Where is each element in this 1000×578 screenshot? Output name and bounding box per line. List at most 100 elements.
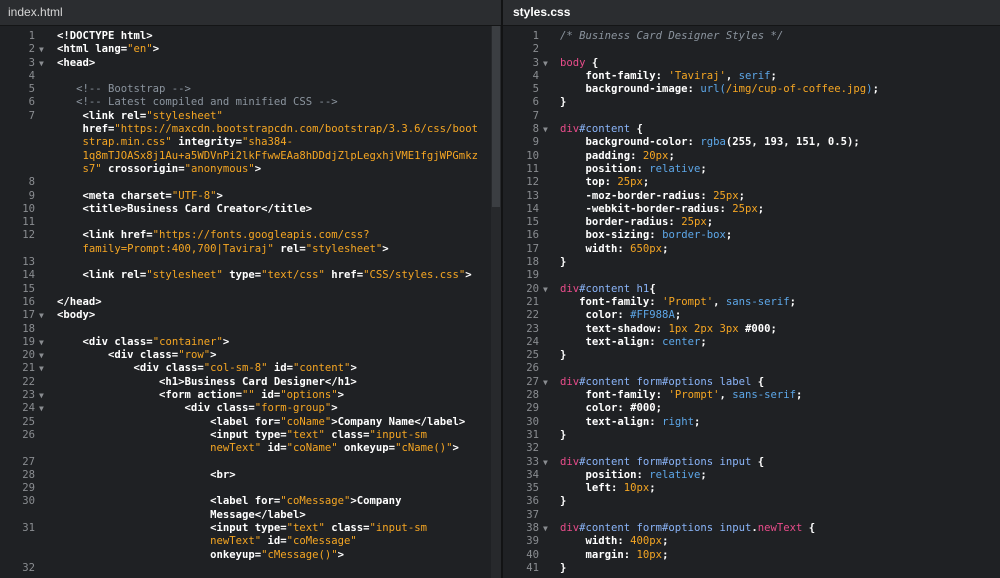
code-line[interactable]: 15 border-radius: 25px;: [503, 216, 1000, 229]
code-line[interactable]: 1 /* Business Card Designer Styles */: [503, 30, 1000, 43]
code-line[interactable]: 6}: [503, 96, 1000, 109]
code-text[interactable]: text-align: center;: [560, 336, 707, 349]
html-editor-scroll-thumb[interactable]: [492, 26, 500, 207]
code-line[interactable]: 23 text-shadow: 1px 2px 3px #000;: [503, 323, 1000, 336]
code-text[interactable]: </head>: [57, 296, 102, 309]
code-line[interactable]: 31}: [503, 429, 1000, 442]
html-editor-pane[interactable]: index.html 1 <!DOCTYPE html> 2 ▼ <html lang=…: [0, 0, 501, 578]
code-text[interactable]: width: 400px;: [560, 535, 669, 548]
code-text[interactable]: href="https://maxcdn.bootstrapcdn.com/bo…: [57, 123, 478, 136]
code-line[interactable]: s7" crossorigin="anonymous">: [0, 163, 501, 176]
fold-arrow-icon[interactable]: ▼: [543, 123, 555, 136]
code-text[interactable]: s7" crossorigin="anonymous">: [57, 163, 262, 176]
code-line[interactable]: 39 width: 400px;: [503, 535, 1000, 548]
code-text[interactable]: text-align: right;: [560, 416, 701, 429]
code-line[interactable]: 12 top: 25px;: [503, 176, 1000, 189]
code-line[interactable]: 14 -webkit-border-radius: 25px;: [503, 203, 1000, 216]
code-text[interactable]: background-image: url(/img/cup-of-coffee…: [560, 83, 879, 96]
code-line[interactable]: 28 font-family: 'Prompt', sans-serif;: [503, 389, 1000, 402]
tab-styles-css[interactable]: styles.css: [513, 5, 570, 19]
code-text[interactable]: <link rel="stylesheet": [57, 110, 223, 123]
fold-arrow-icon[interactable]: ▼: [543, 283, 555, 296]
code-line[interactable]: 33 ▼ div#content form#options input {: [503, 456, 1000, 469]
code-text[interactable]: padding: 20px;: [560, 150, 675, 163]
tab-index-html[interactable]: index.html: [8, 5, 63, 19]
code-text[interactable]: <meta charset="UTF-8">: [57, 190, 223, 203]
code-line[interactable]: 27 ▼ div#content form#options label {: [503, 376, 1000, 389]
code-text[interactable]: div#content {: [560, 123, 643, 136]
code-line[interactable]: 24 text-align: center;: [503, 336, 1000, 349]
code-line[interactable]: 29: [0, 482, 501, 495]
code-text[interactable]: -webkit-border-radius: 25px;: [560, 203, 765, 216]
code-line[interactable]: 38 ▼ div#content form#options input.newTex…: [503, 522, 1000, 535]
code-text[interactable]: <h1>Business Card Designer</h1>: [57, 376, 357, 389]
code-text[interactable]: <form action="" id="options">: [57, 389, 344, 402]
code-text[interactable]: <br>: [57, 469, 236, 482]
code-text[interactable]: position: relative;: [560, 163, 707, 176]
code-text[interactable]: <input type="text" class="input-sm: [57, 429, 427, 442]
code-text[interactable]: font-family: 'Taviraj', serif;: [560, 70, 777, 83]
fold-arrow-icon[interactable]: ▼: [543, 376, 555, 389]
code-line[interactable]: 13: [0, 256, 501, 269]
code-text[interactable]: div#content form#options input.newText {: [560, 522, 815, 535]
code-line[interactable]: 17 ▼ <body>: [0, 309, 501, 322]
code-text[interactable]: <div class="container">: [57, 336, 230, 349]
code-line[interactable]: 21 ▼ <div class="col-sm-8" id="content">: [0, 362, 501, 375]
code-text[interactable]: font-family: 'Prompt', sans-serif;: [560, 296, 796, 309]
code-text[interactable]: <!-- Bootstrap -->: [57, 83, 191, 96]
code-line[interactable]: newText" id="coMessage": [0, 535, 501, 548]
code-line[interactable]: 11 position: relative;: [503, 163, 1000, 176]
code-text[interactable]: }: [560, 96, 566, 109]
code-line[interactable]: family=Prompt:400,700|Taviraj" rel="styl…: [0, 243, 501, 256]
code-text[interactable]: <div class="row">: [57, 349, 216, 362]
code-line[interactable]: 15: [0, 283, 501, 296]
code-text[interactable]: <!-- Latest compiled and minified CSS --…: [57, 96, 338, 109]
code-text[interactable]: /* Business Card Designer Styles */: [560, 30, 783, 43]
code-text[interactable]: body {: [560, 57, 598, 70]
code-text[interactable]: top: 25px;: [560, 176, 650, 189]
code-line[interactable]: 2: [503, 43, 1000, 56]
code-line[interactable]: 19: [503, 269, 1000, 282]
html-code-editor[interactable]: 1 <!DOCTYPE html> 2 ▼ <html lang="en"> 3 ▼ <hea…: [0, 30, 501, 578]
fold-arrow-icon[interactable]: ▼: [543, 456, 555, 469]
fold-arrow-icon[interactable]: ▼: [39, 309, 51, 322]
code-line[interactable]: 4: [0, 70, 501, 83]
code-line[interactable]: newText" id="coName" onkeyup="cName()">: [0, 442, 501, 455]
code-line[interactable]: href="https://maxcdn.bootstrapcdn.com/bo…: [0, 123, 501, 136]
html-editor-scrollbar[interactable]: [491, 26, 501, 578]
code-text[interactable]: }: [560, 429, 566, 442]
code-line[interactable]: 4 font-family: 'Taviraj', serif;: [503, 70, 1000, 83]
code-line[interactable]: 10 padding: 20px;: [503, 150, 1000, 163]
code-line[interactable]: 5 background-image: url(/img/cup-of-coff…: [503, 83, 1000, 96]
code-text[interactable]: strap.min.css" integrity="sha384-: [57, 136, 294, 149]
code-line[interactable]: 28 <br>: [0, 469, 501, 482]
code-text[interactable]: margin: 10px;: [560, 549, 669, 562]
fold-arrow-icon[interactable]: ▼: [39, 57, 51, 70]
code-line[interactable]: strap.min.css" integrity="sha384-: [0, 136, 501, 149]
fold-arrow-icon[interactable]: ▼: [39, 336, 51, 349]
code-text[interactable]: <link rel="stylesheet" type="text/css" h…: [57, 269, 472, 282]
code-text[interactable]: div#content form#options input {: [560, 456, 764, 469]
code-line[interactable]: 13 -moz-border-radius: 25px;: [503, 190, 1000, 203]
code-line[interactable]: 25 <label for="coName">Company Name</lab…: [0, 416, 501, 429]
css-code-editor[interactable]: 1 /* Business Card Designer Styles */ 2 3 ▼ b…: [503, 30, 1000, 578]
code-text[interactable]: <input type="text" class="input-sm: [57, 522, 427, 535]
code-text[interactable]: }: [560, 562, 566, 575]
code-text[interactable]: background-color: rgba(255, 193, 151, 0.…: [560, 136, 860, 149]
code-text[interactable]: }: [560, 349, 566, 362]
fold-arrow-icon[interactable]: ▼: [39, 362, 51, 375]
code-line[interactable]: 29 color: #000;: [503, 402, 1000, 415]
code-text[interactable]: <label for="coName">Company Name</label>: [57, 416, 465, 429]
code-line[interactable]: 3 ▼ body {: [503, 57, 1000, 70]
code-line[interactable]: 8 ▼ div#content {: [503, 123, 1000, 136]
code-text[interactable]: <title>Business Card Creator</title>: [57, 203, 313, 216]
code-line[interactable]: 35 left: 10px;: [503, 482, 1000, 495]
code-text[interactable]: font-family: 'Prompt', sans-serif;: [560, 389, 803, 402]
css-editor-pane[interactable]: styles.css 1 /* Business Card Designer St…: [503, 0, 1000, 578]
code-line[interactable]: 27: [0, 456, 501, 469]
code-line[interactable]: 16 </head>: [0, 296, 501, 309]
code-line[interactable]: 24 ▼ <div class="form-group">: [0, 402, 501, 415]
code-line[interactable]: 1q8mTJOASx8j1Au+a5WDVnPi2lkFfwwEAa8hDDdj…: [0, 150, 501, 163]
code-line[interactable]: 2 ▼ <html lang="en">: [0, 43, 501, 56]
code-text[interactable]: div#content form#options label {: [560, 376, 764, 389]
